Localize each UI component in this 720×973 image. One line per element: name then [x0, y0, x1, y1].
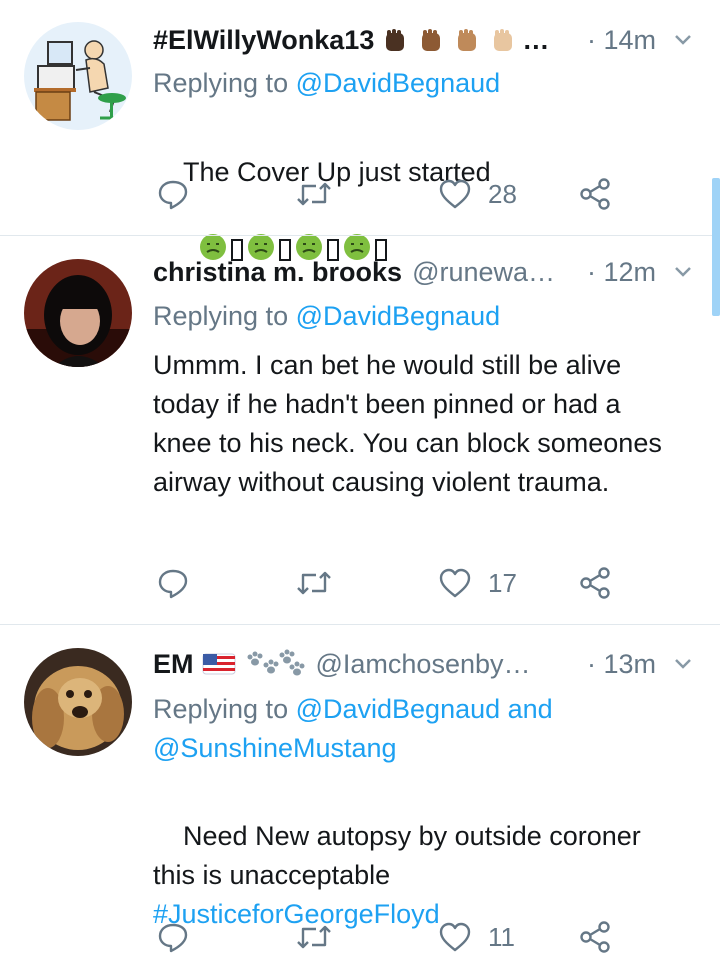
replying-prefix: Replying to — [153, 694, 296, 724]
replying-to: Replying to @DavidBegnaud and @SunshineMu… — [153, 690, 673, 768]
paw-prints-icon — [247, 649, 304, 676]
share-button[interactable] — [578, 567, 612, 599]
share-icon — [580, 567, 610, 599]
fist-emojis — [382, 27, 516, 53]
retweet-icon — [297, 182, 331, 206]
like-button[interactable]: 11 — [438, 921, 515, 953]
like-count: 17 — [488, 567, 517, 598]
heart-icon — [439, 179, 471, 209]
tweet-actions: 11 — [0, 917, 720, 957]
timestamp[interactable]: · 12m — [587, 257, 656, 288]
name-ellipsis: … — [522, 24, 550, 55]
chevron-down-icon[interactable] — [670, 27, 696, 53]
tweet-actions: 17 — [0, 563, 720, 603]
raised-fist-icon — [494, 29, 513, 51]
avatar[interactable] — [24, 648, 132, 756]
avatar[interactable] — [24, 259, 132, 367]
timestamp[interactable]: · 14m — [587, 25, 656, 56]
reply-icon — [158, 923, 188, 953]
mention-link[interactable]: @DavidBegnaud — [296, 68, 501, 98]
raised-fist-icon — [386, 29, 405, 51]
tweet-text-content: Need New autopsy by outside coroner this… — [153, 821, 649, 890]
share-icon — [580, 178, 610, 210]
handle[interactable]: @runewa… — [412, 257, 555, 288]
share-icon — [580, 921, 610, 953]
reply-button[interactable] — [157, 178, 189, 210]
retweet-button[interactable] — [296, 178, 332, 210]
reply-button[interactable] — [157, 567, 189, 599]
chevron-down-icon[interactable] — [670, 651, 696, 677]
heart-icon — [439, 922, 471, 952]
mention-link[interactable]: @SunshineMustang — [153, 733, 397, 763]
replying-prefix: Replying to — [153, 68, 296, 98]
timestamp[interactable]: · 13m — [587, 649, 656, 680]
raised-fist-icon — [422, 29, 441, 51]
reply-button[interactable] — [157, 921, 189, 953]
like-count: 28 — [488, 178, 517, 209]
like-count: 11 — [488, 921, 515, 952]
divider — [0, 235, 720, 236]
retweet-button[interactable] — [296, 921, 332, 953]
mention-link[interactable]: @DavidBegnaud — [296, 301, 501, 331]
raised-fist-icon — [458, 29, 477, 51]
retweet-button[interactable] — [296, 567, 332, 599]
retweet-icon — [297, 571, 331, 595]
heart-icon — [439, 568, 471, 598]
retweet-icon — [297, 925, 331, 949]
display-name[interactable]: EM — [153, 649, 194, 680]
tweet-actions: 28 — [0, 174, 720, 214]
us-flag-icon — [202, 653, 235, 675]
chevron-down-icon[interactable] — [670, 259, 696, 285]
handle[interactable]: @Iamchosenby… — [316, 649, 531, 680]
like-button[interactable]: 17 — [438, 567, 517, 599]
like-button[interactable]: 28 — [438, 178, 517, 210]
replying-to: Replying to @DavidBegnaud — [153, 297, 500, 336]
mention-link[interactable]: @DavidBegnaud — [296, 694, 501, 724]
replying-prefix: Replying to — [153, 301, 296, 331]
replying-joiner: and — [500, 694, 553, 724]
scrollbar[interactable] — [712, 178, 720, 316]
display-name[interactable]: #ElWillyWonka13 — [153, 25, 374, 56]
tweet-text: Ummm. I can bet he would still be alive … — [153, 350, 670, 497]
replying-to: Replying to @DavidBegnaud — [153, 64, 500, 103]
divider — [0, 624, 720, 625]
reply-icon — [158, 569, 188, 599]
reply-icon — [158, 180, 188, 210]
share-button[interactable] — [578, 921, 612, 953]
display-name[interactable]: christina m. brooks — [153, 257, 402, 288]
avatar[interactable] — [24, 22, 132, 130]
share-button[interactable] — [578, 178, 612, 210]
